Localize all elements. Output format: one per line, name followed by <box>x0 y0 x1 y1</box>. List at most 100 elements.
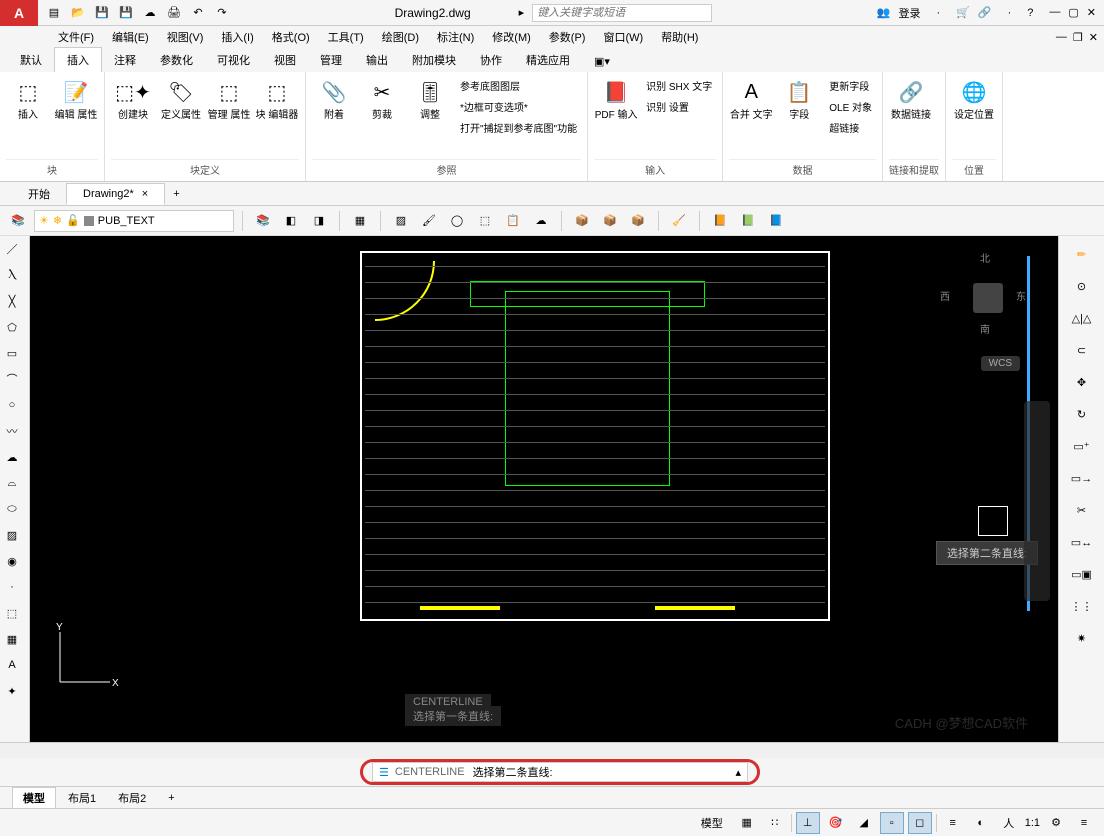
array-icon[interactable]: ⋮⋮ <box>1064 592 1100 620</box>
point-icon[interactable]: · <box>0 574 24 600</box>
pencil-icon[interactable]: ✏ <box>1064 240 1100 268</box>
field-button[interactable]: 📋字段 <box>777 76 821 122</box>
wipeout-icon[interactable]: 📋 <box>501 209 525 233</box>
close-button[interactable]: ✕ <box>1087 6 1096 19</box>
rectangle-icon[interactable]: ▭ <box>0 340 24 366</box>
gradient-icon[interactable]: 🖌 <box>417 209 441 233</box>
grid-icon[interactable]: ▦ <box>735 812 759 834</box>
table-icon[interactable]: ▦ <box>0 626 24 652</box>
create-block-button[interactable]: ⬚✦创建块 <box>111 76 155 122</box>
cloud-icon[interactable]: ☁ <box>140 3 160 23</box>
merge-text-button[interactable]: A合并 文字 <box>729 76 773 122</box>
command-line[interactable]: ☰ CENTERLINE 选择第二条直线: ▴ <box>372 762 748 782</box>
menu-edit[interactable]: 编辑(E) <box>104 27 157 47</box>
menu-modify[interactable]: 修改(M) <box>484 27 539 47</box>
drawing-canvas[interactable]: 选择第二条直线: 北 南 西 东 WCS X Y CENTERLINE 选择第一… <box>30 236 1058 742</box>
scale-label[interactable]: 1:1 <box>1025 817 1040 829</box>
menu-dim[interactable]: 标注(N) <box>429 27 482 47</box>
block-insert-icon[interactable]: ⬚ <box>0 600 24 626</box>
frames-button[interactable]: *边框可变选项* <box>456 97 581 116</box>
doc-close-button[interactable]: ✕ <box>1089 31 1098 44</box>
define-attr-button[interactable]: 🏷定义属性 <box>159 76 203 122</box>
menu-insert[interactable]: 插入(I) <box>213 27 261 47</box>
ellipse-icon[interactable]: ⬭ <box>0 496 24 522</box>
ribbon-tab-default[interactable]: 默认 <box>8 48 54 72</box>
layer-props-icon[interactable]: 📚 <box>6 209 30 233</box>
doc-restore-button[interactable]: ❐ <box>1073 31 1083 44</box>
isoplane-icon[interactable]: ◢ <box>852 812 876 834</box>
ribbon-tab-annotate[interactable]: 注释 <box>102 48 148 72</box>
layer-combo[interactable]: ☀❄🔓 PUB_TEXT <box>34 210 234 232</box>
spline-icon[interactable]: 〰 <box>0 418 24 444</box>
underlay-layers-button[interactable]: 参考底图图层 <box>456 76 581 95</box>
maximize-button[interactable]: ▢ <box>1068 6 1078 19</box>
set-location-button[interactable]: 🌐设定位置 <box>952 76 996 122</box>
view-cube[interactable]: 北 南 西 东 <box>938 248 1028 338</box>
save-icon[interactable]: 💾 <box>92 3 112 23</box>
redo-icon[interactable]: ↷ <box>212 3 232 23</box>
ribbon-tab-parametric[interactable]: 参数化 <box>148 48 205 72</box>
scale-icon[interactable]: ▭▣ <box>1064 560 1100 588</box>
ribbon-tab-view[interactable]: 视图 <box>262 48 308 72</box>
circle-icon[interactable]: ○ <box>0 392 24 418</box>
trim-icon[interactable]: ▭⁺ <box>1064 432 1100 460</box>
menu-format[interactable]: 格式(O) <box>264 27 318 47</box>
open-icon[interactable]: 📂 <box>68 3 88 23</box>
add-tab-button[interactable]: + <box>165 184 187 204</box>
edit-attributes-button[interactable]: 📝编辑 属性 <box>54 76 98 122</box>
hyperlink-button[interactable]: 超链接 <box>825 118 876 137</box>
cart-icon[interactable]: 🛒 <box>956 6 970 19</box>
ribbon-tab-output[interactable]: 输出 <box>354 48 400 72</box>
hatch-icon[interactable]: ▨ <box>389 209 413 233</box>
ribbon-tab-collab[interactable]: 协作 <box>468 48 514 72</box>
adjust-button[interactable]: 🎚调整 <box>408 76 452 122</box>
cleanup-icon[interactable]: 🧹 <box>667 209 691 233</box>
cmdline-arrow-icon[interactable]: ▴ <box>735 766 741 779</box>
group-edit-icon[interactable]: 📦 <box>626 209 650 233</box>
ole-object-button[interactable]: OLE 对象 <box>825 97 876 116</box>
new-icon[interactable]: ▤ <box>44 3 64 23</box>
share-icon[interactable]: 🔗 <box>978 6 992 19</box>
region-icon[interactable]: ⬚ <box>473 209 497 233</box>
status-model-badge[interactable]: 模型 <box>693 813 731 833</box>
navigation-bar[interactable] <box>1024 401 1050 601</box>
saveas-icon[interactable]: 💾 <box>116 3 136 23</box>
osnap-icon[interactable]: ▫ <box>880 812 904 834</box>
xline-icon[interactable]: ╳ <box>0 288 24 314</box>
layout-tab-add[interactable]: + <box>158 790 184 806</box>
ribbon-tab-visualize[interactable]: 可视化 <box>205 48 262 72</box>
rotate-icon[interactable]: ↻ <box>1064 400 1100 428</box>
data-link-button[interactable]: 🔗数据链接 <box>889 76 933 122</box>
palette-icon[interactable]: 📗 <box>736 209 760 233</box>
menu-param[interactable]: 参数(P) <box>541 27 594 47</box>
menu-help[interactable]: 帮助(H) <box>653 27 706 47</box>
manage-attr-button[interactable]: ⬚管理 属性 <box>207 76 251 122</box>
move-icon[interactable]: ✥ <box>1064 368 1100 396</box>
search-input[interactable] <box>532 4 712 22</box>
wcs-badge[interactable]: WCS <box>981 356 1020 371</box>
explode-icon[interactable]: ✷ <box>1064 624 1100 652</box>
print-icon[interactable]: 🖨 <box>164 3 184 23</box>
pdf-import-button[interactable]: 📕PDF 输入 <box>594 76 638 122</box>
gear-icon[interactable]: ⚙ <box>1044 812 1068 834</box>
ortho-icon[interactable]: ⊥ <box>796 812 820 834</box>
revcloud-icon[interactable]: ☁ <box>529 209 553 233</box>
polar-icon[interactable]: 🎯 <box>824 812 848 834</box>
undo-icon[interactable]: ↶ <box>188 3 208 23</box>
line-icon[interactable]: ／ <box>0 236 24 262</box>
update-field-button[interactable]: 更新字段 <box>825 76 876 95</box>
match-props-icon[interactable]: ▦ <box>348 209 372 233</box>
layer-off-icon[interactable]: ◨ <box>307 209 331 233</box>
customize-icon[interactable]: ≡ <box>1072 812 1096 834</box>
arc-icon[interactable]: ⌒ <box>0 366 24 392</box>
lineweight-icon[interactable]: ≡ <box>941 812 965 834</box>
snap-underlay-button[interactable]: 打开"捕捉到参考底图"功能 <box>456 118 581 137</box>
otrack-icon[interactable]: ◻ <box>908 812 932 834</box>
group-icon[interactable]: 📦 <box>570 209 594 233</box>
doc-tab-start[interactable]: 开始 <box>12 182 66 206</box>
menu-draw[interactable]: 绘图(D) <box>374 27 427 47</box>
user-icon[interactable]: 👥 <box>877 6 891 19</box>
donut-icon[interactable]: ◉ <box>0 548 24 574</box>
menu-view[interactable]: 视图(V) <box>159 27 212 47</box>
offset-icon[interactable]: ⊙ <box>1064 272 1100 300</box>
